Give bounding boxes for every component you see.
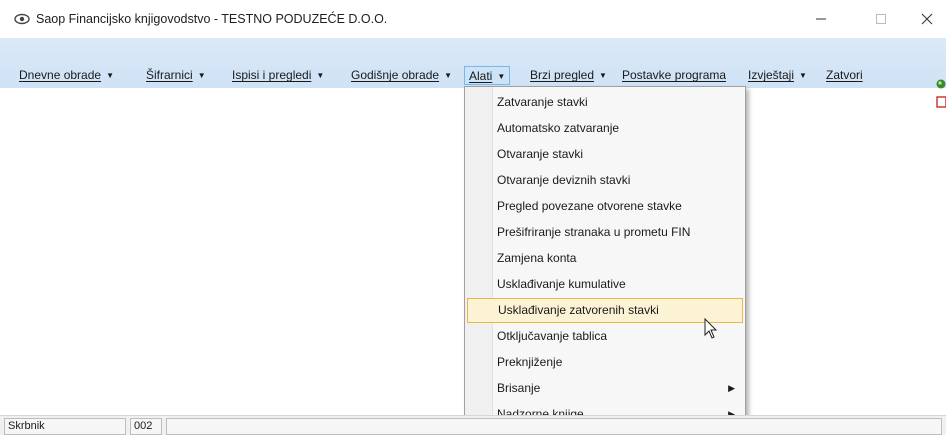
menu-item-label: Otključavanje tablica [497, 329, 608, 343]
menu-label: Dnevne obrade [19, 68, 102, 82]
menu-alati[interactable]: Alati ▼ [464, 66, 511, 85]
menu-item-otvaranje-stavki[interactable]: Otvaranje stavki [467, 142, 743, 167]
menu-label: Alati [469, 69, 493, 83]
maximize-button[interactable] [866, 8, 896, 30]
menu-dnevne-obrade[interactable]: Dnevne obrade ▼ [19, 66, 114, 85]
menu-zatvori[interactable]: Zatvori [826, 66, 863, 85]
window-title: Saop Financijsko knjigovodstvo - TESTNO … [36, 12, 388, 26]
menu-item-label: Otvaranje deviznih stavki [497, 173, 631, 187]
menu-item-label: Pregled povezane otvorene stavke [497, 199, 682, 213]
status-user: Skrbnik [4, 418, 126, 435]
menu-item-automatsko-zatvaranje[interactable]: Automatsko zatvaranje [467, 116, 743, 141]
close-button[interactable] [912, 8, 942, 30]
menu-item-zamjena-konta[interactable]: Zamjena konta [467, 246, 743, 271]
status-code-text: 002 [134, 420, 153, 432]
dropdown-caret-icon: ▼ [599, 71, 607, 80]
menu-brzi-pregled[interactable]: Brzi pregled ▼ [530, 66, 607, 85]
menu-izvjestaji[interactable]: Izvještaji ▼ [748, 66, 807, 85]
menu-item-otvaranje-deviznih-stavki[interactable]: Otvaranje deviznih stavki [467, 168, 743, 193]
menu-item-label: Prešifriranje stranaka u prometu FIN [497, 225, 691, 239]
menu-postavke-programa[interactable]: Postavke programa [622, 66, 726, 85]
title-bar: Saop Financijsko knjigovodstvo - TESTNO … [0, 0, 946, 38]
minimize-button[interactable] [806, 8, 836, 30]
menu-item-uskladivanje-zatvorenih-stavki[interactable]: Usklađivanje zatvorenih stavki [467, 298, 743, 323]
status-bar: Skrbnik 002 [0, 415, 946, 435]
menu-godisnje-obrade[interactable]: Godišnje obrade ▼ [351, 66, 452, 85]
menu-label: Šifrarnici [146, 68, 193, 82]
menu-label: Godišnje obrade [351, 68, 440, 82]
green-status-icon[interactable] [934, 78, 946, 90]
menu-item-label: Otvaranje stavki [497, 147, 584, 161]
menu-item-presifriranje-stranaka[interactable]: Prešifriranje stranaka u prometu FIN [467, 220, 743, 245]
status-message [166, 418, 942, 435]
status-user-text: Skrbnik [8, 420, 45, 432]
menu-item-label: Brisanje [497, 381, 541, 395]
mouse-cursor-icon [704, 318, 718, 339]
menu-item-uskladivanje-kumulative[interactable]: Usklađivanje kumulative [467, 272, 743, 297]
menu-item-label: Zatvaranje stavki [497, 95, 588, 109]
dropdown-caret-icon: ▼ [316, 71, 325, 80]
red-document-icon[interactable] [936, 96, 946, 108]
menu-item-label: Usklađivanje zatvorenih stavki [498, 303, 659, 317]
menu-label: Zatvori [826, 68, 863, 82]
menu-bar: Dnevne obrade ▼ Šifrarnici ▼ Ispisi i preg… [0, 38, 946, 108]
menu-item-pregled-povezane-otvorene-stavke[interactable]: Pregled povezane otvorene stavke [467, 194, 743, 219]
menu-item-brisanje[interactable]: Brisanje ▶ [467, 376, 743, 401]
menu-item-zatvaranje-stavki[interactable]: Zatvaranje stavki [467, 90, 743, 115]
menu-label: Ispisi i pregledi [232, 68, 312, 82]
dropdown-caret-icon: ▼ [197, 71, 206, 80]
minimize-icon [816, 18, 826, 20]
dropdown-caret-icon: ▼ [106, 71, 114, 80]
menu-item-label: Preknjiženje [497, 355, 563, 369]
menu-item-label: Zamjena konta [497, 251, 577, 265]
menu-label: Brzi pregled [530, 68, 595, 82]
alati-dropdown-menu: Zatvaranje stavki Automatsko zatvaranje … [464, 86, 746, 429]
close-icon [921, 13, 933, 25]
dropdown-caret-icon: ▼ [497, 72, 506, 81]
menu-item-label: Usklađivanje kumulative [497, 277, 626, 291]
menu-ispisi-i-pregledi[interactable]: Ispisi i pregledi ▼ [232, 66, 324, 85]
submenu-arrow-icon: ▶ [728, 383, 735, 393]
menu-item-preknjizenje[interactable]: Preknjiženje [467, 350, 743, 375]
menu-label: Izvještaji [748, 68, 795, 82]
menu-item-label: Automatsko zatvaranje [497, 121, 620, 135]
dropdown-caret-icon: ▼ [444, 71, 452, 80]
menu-sifrarnici[interactable]: Šifrarnici ▼ [146, 66, 206, 85]
maximize-icon [876, 14, 886, 24]
status-code: 002 [130, 418, 162, 435]
menu-item-otkljucavanje-tablica[interactable]: Otključavanje tablica [467, 324, 743, 349]
dropdown-caret-icon: ▼ [799, 71, 807, 80]
menu-label: Postavke programa [622, 68, 727, 82]
app-eye-icon [14, 13, 30, 25]
